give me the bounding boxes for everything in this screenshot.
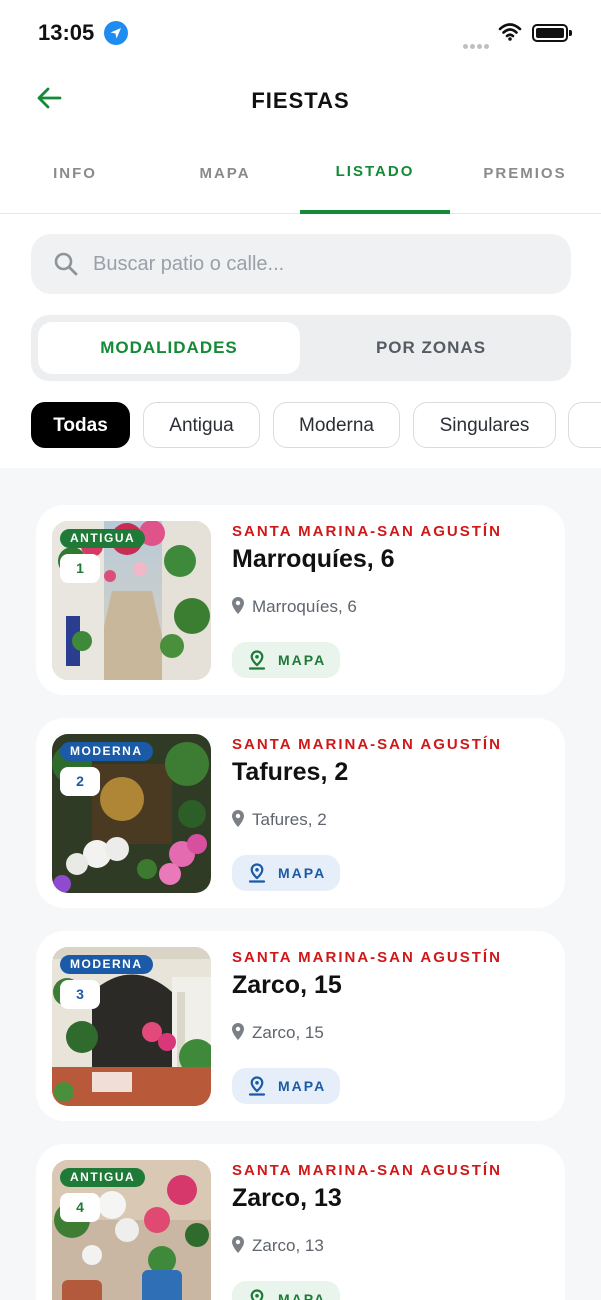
patio-card[interactable]: MODERNA 2 SANTA MARINA-SAN AGUSTÍN Tafur… bbox=[36, 718, 565, 908]
chip-todas[interactable]: Todas bbox=[31, 402, 130, 448]
map-pin-icon bbox=[248, 650, 266, 670]
map-pin-icon bbox=[250, 1289, 264, 1300]
map-button[interactable]: MAPA bbox=[232, 1068, 340, 1104]
patio-address: Zarco, 15 bbox=[232, 1023, 324, 1045]
tab-bar: INFO MAPA LISTADO PREMIOS bbox=[0, 134, 601, 214]
patio-name: Tafures, 2 bbox=[232, 758, 349, 786]
search-icon bbox=[53, 251, 79, 282]
patio-zone: SANTA MARINA-SAN AGUSTÍN bbox=[232, 523, 502, 540]
map-button[interactable]: MAPA bbox=[232, 642, 340, 678]
patio-card[interactable]: ANTIGUA 4 SANTA MARINA-SAN AGUSTÍN Zarco… bbox=[36, 1144, 565, 1300]
category-badge: MODERNA bbox=[60, 742, 153, 761]
chip-antigua[interactable]: Antigua bbox=[143, 402, 260, 448]
search-input[interactable] bbox=[93, 234, 553, 294]
category-badge: ANTIGUA bbox=[60, 1168, 146, 1187]
patio-photo: MODERNA 3 bbox=[52, 947, 211, 1106]
location-pin-icon bbox=[232, 1023, 244, 1045]
patio-number: 1 bbox=[60, 554, 100, 583]
category-badge: ANTIGUA bbox=[60, 529, 146, 548]
patio-address: Zarco, 13 bbox=[232, 1236, 324, 1258]
app-header: FIESTAS bbox=[0, 64, 601, 134]
location-pin-icon bbox=[232, 810, 244, 832]
patio-name: Zarco, 13 bbox=[232, 1184, 342, 1212]
location-pin-icon bbox=[232, 597, 244, 619]
location-arrow-icon bbox=[104, 21, 128, 45]
map-button-label: MAPA bbox=[278, 865, 327, 881]
chip-moderna[interactable]: Moderna bbox=[273, 402, 400, 448]
patio-name: Marroquíes, 6 bbox=[232, 545, 395, 573]
map-button[interactable]: MAPA bbox=[232, 1281, 340, 1300]
search-bar bbox=[31, 234, 571, 294]
map-button-label: MAPA bbox=[278, 1291, 327, 1300]
patio-number: 2 bbox=[60, 767, 100, 796]
patio-photo: ANTIGUA 1 bbox=[52, 521, 211, 680]
battery-icon bbox=[532, 24, 572, 42]
patio-number: 4 bbox=[60, 1193, 100, 1222]
chip-singulares[interactable]: Singulares bbox=[413, 402, 556, 448]
patio-address-text: Tafures, 2 bbox=[252, 810, 327, 829]
segment-modalidades[interactable]: MODALIDADES bbox=[38, 322, 300, 374]
map-pin-icon bbox=[248, 1076, 266, 1096]
segment-por-zonas[interactable]: POR ZONAS bbox=[300, 322, 562, 374]
chip-partial[interactable] bbox=[568, 402, 601, 448]
patio-number: 3 bbox=[60, 980, 100, 1009]
status-time: 13:05 bbox=[38, 20, 95, 45]
map-button[interactable]: MAPA bbox=[232, 855, 340, 891]
patio-address-text: Zarco, 13 bbox=[252, 1236, 324, 1255]
wifi-icon bbox=[498, 22, 522, 47]
location-pin-icon bbox=[232, 1236, 244, 1258]
patio-address: Tafures, 2 bbox=[232, 810, 327, 832]
category-chips: Todas Antigua Moderna Singulares bbox=[31, 402, 601, 450]
patio-zone: SANTA MARINA-SAN AGUSTÍN bbox=[232, 949, 502, 966]
patio-list: ANTIGUA 1 SANTA MARINA-SAN AGUSTÍN Marro… bbox=[0, 468, 601, 1300]
patio-zone: SANTA MARINA-SAN AGUSTÍN bbox=[232, 1162, 502, 1179]
filters-panel: MODALIDADES POR ZONAS Todas Antigua Mode… bbox=[0, 214, 601, 468]
map-button-label: MAPA bbox=[278, 1078, 327, 1094]
patio-card[interactable]: ANTIGUA 1 SANTA MARINA-SAN AGUSTÍN Marro… bbox=[36, 505, 565, 695]
mode-segmented-control: MODALIDADES POR ZONAS bbox=[31, 315, 571, 381]
signal-icon bbox=[463, 36, 491, 54]
map-pin-icon bbox=[248, 863, 266, 883]
status-bar: 13:05 bbox=[0, 0, 601, 64]
patio-name: Zarco, 15 bbox=[232, 971, 342, 999]
patio-address-text: Marroquíes, 6 bbox=[252, 597, 357, 616]
patio-address-text: Zarco, 15 bbox=[252, 1023, 324, 1042]
map-button-label: MAPA bbox=[278, 652, 327, 668]
patio-card[interactable]: MODERNA 3 SANTA MARINA-SAN AGUSTÍN Zarco… bbox=[36, 931, 565, 1121]
patio-photo: ANTIGUA 4 bbox=[52, 1160, 211, 1300]
tab-listado[interactable]: LISTADO bbox=[300, 134, 450, 214]
tab-info[interactable]: INFO bbox=[0, 134, 150, 213]
patio-photo: MODERNA 2 bbox=[52, 734, 211, 893]
page-title: FIESTAS bbox=[251, 88, 350, 113]
tab-premios[interactable]: PREMIOS bbox=[450, 134, 600, 213]
tab-mapa[interactable]: MAPA bbox=[150, 134, 300, 213]
patio-address: Marroquíes, 6 bbox=[232, 597, 357, 619]
patio-zone: SANTA MARINA-SAN AGUSTÍN bbox=[232, 736, 502, 753]
category-badge: MODERNA bbox=[60, 955, 153, 974]
